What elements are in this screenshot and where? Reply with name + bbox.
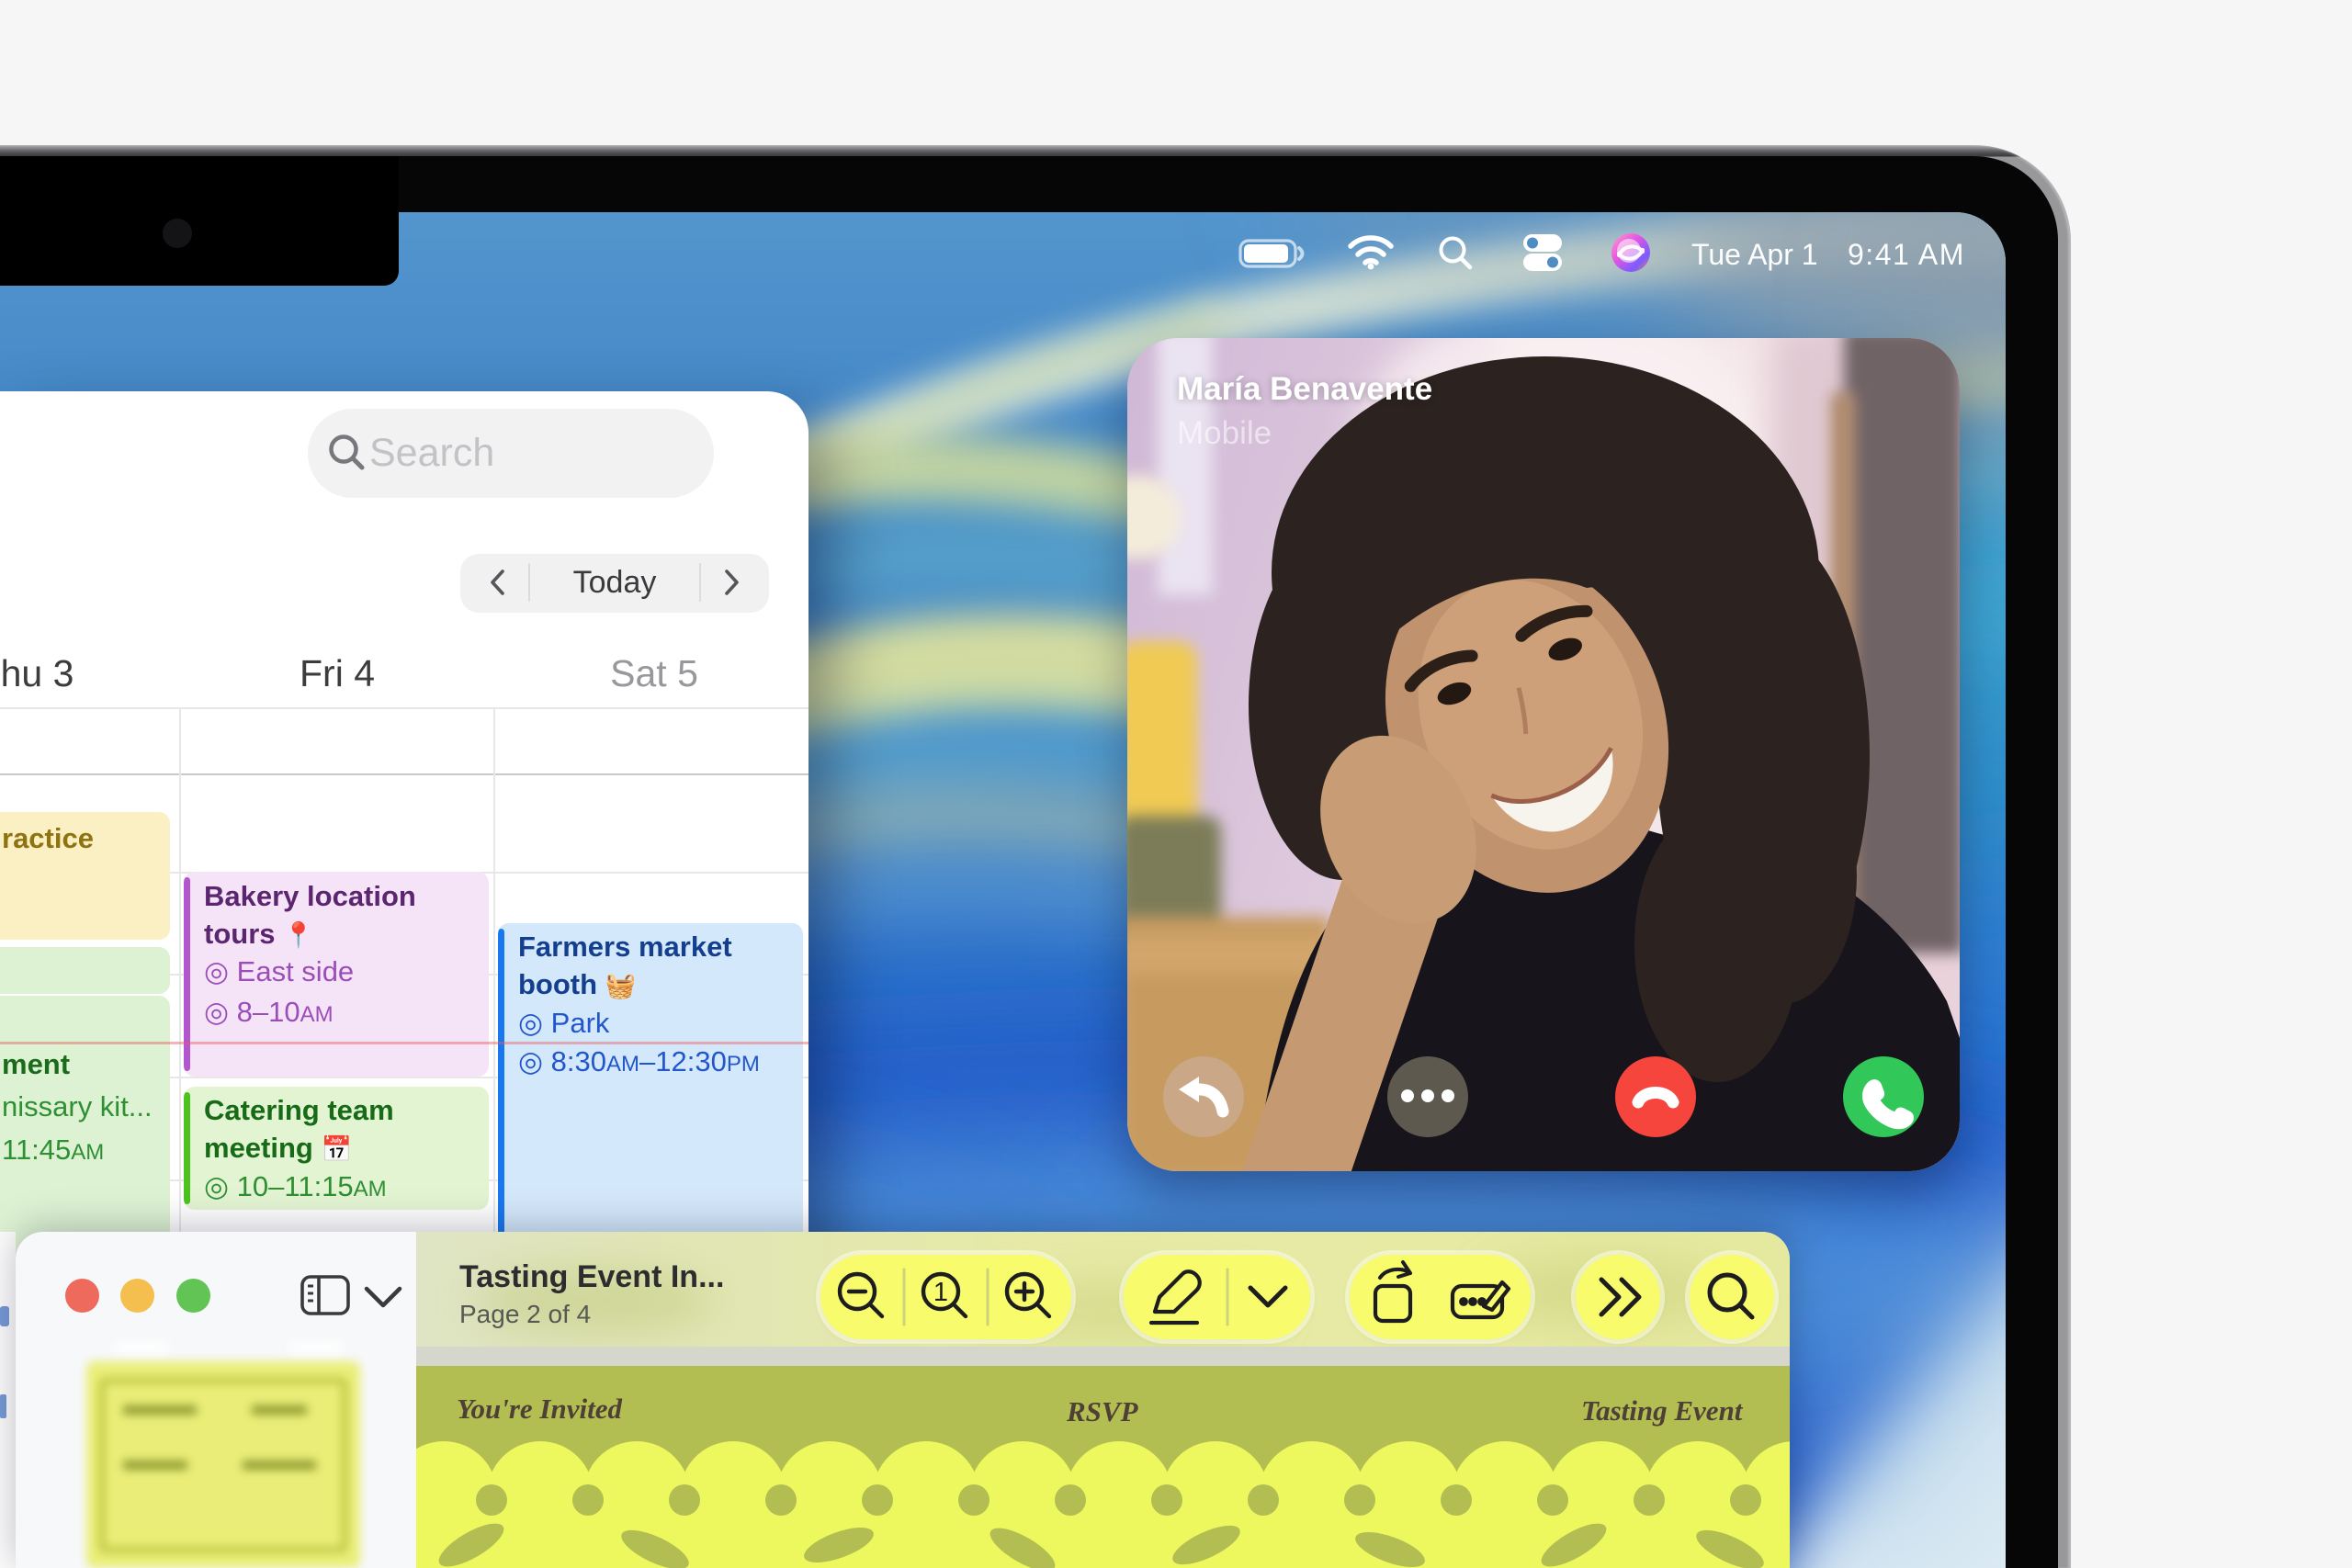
svg-text:1: 1 [933,1278,948,1307]
